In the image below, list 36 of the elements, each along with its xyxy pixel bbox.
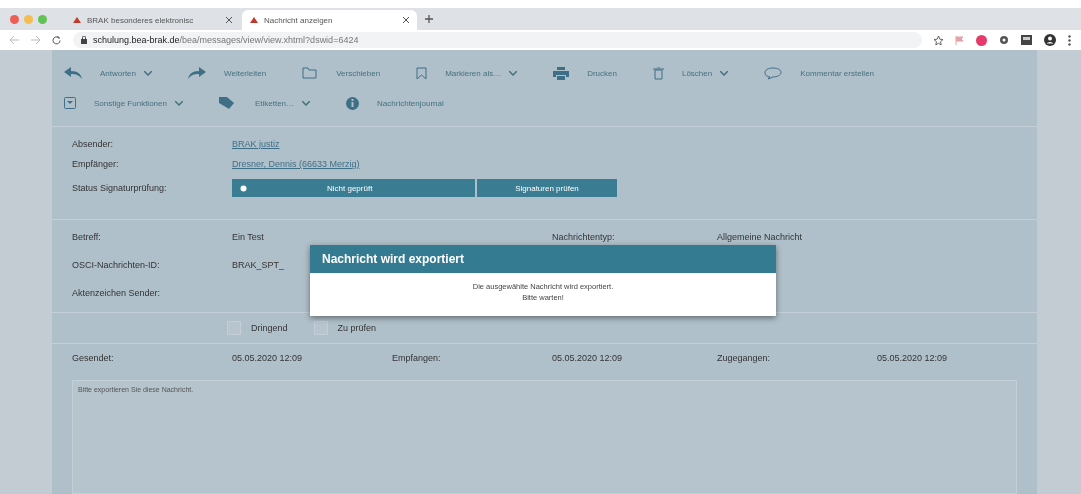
toolbar-button[interactable]: Markieren als… xyxy=(416,66,518,80)
toolbar-button[interactable]: Verschieben xyxy=(302,67,381,79)
field-label: Empfänger: xyxy=(72,159,120,169)
field-label: Betreff: xyxy=(72,232,102,242)
field-label: Absender: xyxy=(72,139,115,149)
field-label: OSCI-Nachrichten-ID: xyxy=(72,260,161,270)
toolbar-button[interactable]: Etiketten… xyxy=(218,97,311,109)
toolbar-button[interactable]: Weiterleiten xyxy=(188,67,267,79)
checkbox-label: Zu prüfen xyxy=(337,323,377,333)
toolbar-button[interactable]: Löschen xyxy=(652,66,729,80)
browser-tab[interactable]: Nachricht anzeigen xyxy=(242,10,417,30)
field-value: Ein Test xyxy=(232,232,265,242)
recipient-link[interactable]: Dresner, Dennis (66633 Merzig) xyxy=(232,159,360,169)
toolbar-button[interactable]: Sonstige Funktionen xyxy=(64,97,183,109)
checkbox-label: Dringend xyxy=(251,323,288,333)
toolbar-button[interactable]: Kommentar erstellen xyxy=(764,66,875,80)
verify-signatures-button[interactable]: Signaturen prüfen xyxy=(477,179,617,197)
field-label: Empfangen: xyxy=(392,353,442,363)
toolbar-button[interactable]: Drucken xyxy=(553,66,617,80)
toolbar-button[interactable]: Nachrichtenjournal xyxy=(346,96,444,110)
field-label: Aktenzeichen Sender: xyxy=(72,288,161,298)
address-bar[interactable]: schulung.bea-brak.de/bea/messages/view/view.xhtml?dswid=6424 xyxy=(73,32,922,48)
date-value: 05.05.2020 12:09 xyxy=(552,353,624,363)
field-label: Zugegangen: xyxy=(717,353,772,363)
date-value: 05.05.2020 12:09 xyxy=(877,353,949,363)
browser-tab[interactable]: BRAK besonderes elektronisc xyxy=(65,10,240,30)
signature-status: Nicht geprüft xyxy=(232,179,475,197)
field-label: Status Signaturprüfung: xyxy=(72,183,168,193)
field-label: Nachrichtentyp: xyxy=(552,232,616,242)
dialog-title: Nachricht wird exportiert xyxy=(310,245,776,273)
field-value: Allgemeine Nachricht xyxy=(717,232,804,242)
sender-link[interactable]: BRAK justiz xyxy=(232,139,280,149)
field-value: BRAK_SPT_ xyxy=(232,260,286,270)
field-label: Gesendet: xyxy=(72,353,115,363)
toolbar-button[interactable]: Antworten xyxy=(64,67,153,79)
date-value: 05.05.2020 12:09 xyxy=(232,353,304,363)
